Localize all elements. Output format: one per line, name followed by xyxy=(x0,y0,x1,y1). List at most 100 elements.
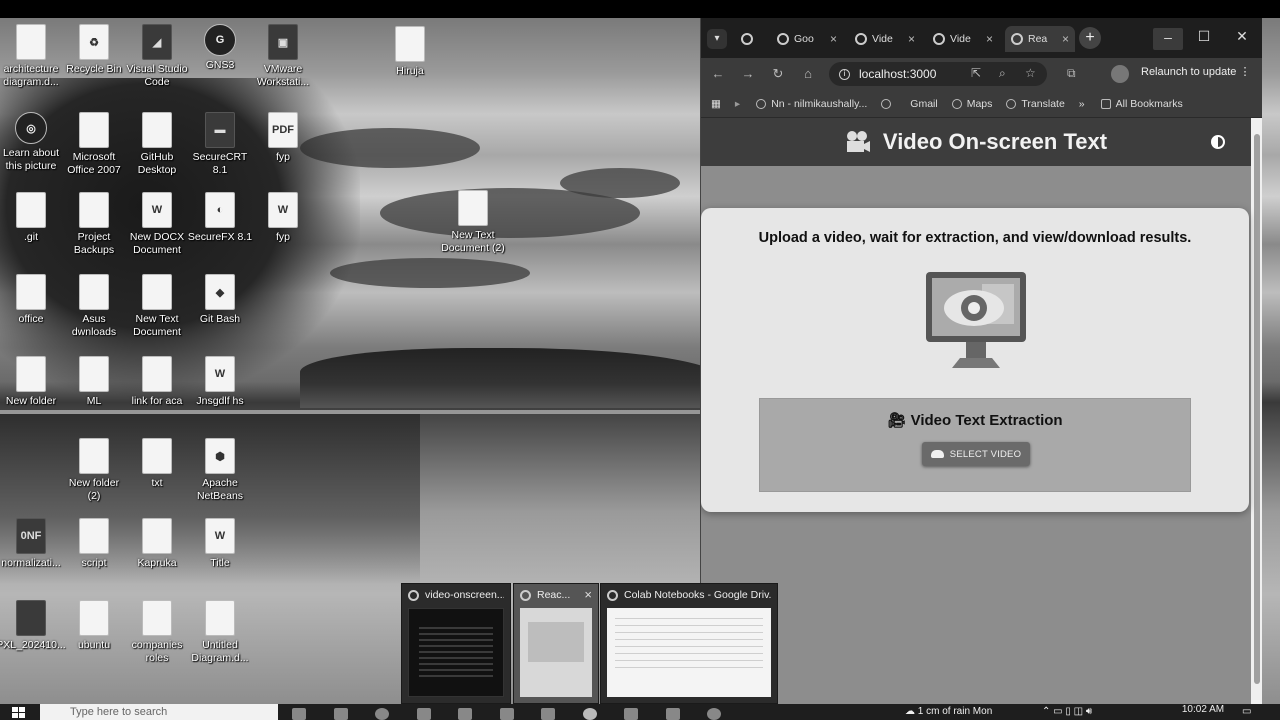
desktop-icon-gns3[interactable]: G GNS3 xyxy=(187,24,253,72)
desktop-icon-new-text-document[interactable]: New Text Document xyxy=(124,274,190,339)
desktop-icon-untitled-diagram[interactable]: Untitled Diagram.d... xyxy=(187,600,253,665)
tab-close-icon[interactable]: × xyxy=(1062,32,1069,46)
chrome-taskbar-icon[interactable] xyxy=(583,708,597,720)
home-icon[interactable]: ⌂ xyxy=(799,66,817,81)
taskbar-app-icon[interactable] xyxy=(334,708,348,720)
desktop-icon-pxl-photo[interactable]: PXL_202410... xyxy=(0,600,66,652)
desktop-icon-ubuntu[interactable]: ubuntu xyxy=(61,600,127,652)
desktop-icon-normalization[interactable]: 0NF normalizati... xyxy=(0,518,64,570)
desktop-icon-txt[interactable]: txt xyxy=(124,438,190,490)
tab-video-2[interactable]: Vide × xyxy=(927,26,999,52)
folder-icon xyxy=(79,112,109,148)
desktop-icon-securecrt[interactable]: ▬ SecureCRT 8.1 xyxy=(187,112,253,177)
taskbar-app-icon[interactable] xyxy=(500,708,514,720)
bookmark-item-translate[interactable]: Translate xyxy=(1006,98,1065,110)
desktop-icon-netbeans[interactable]: ⬢ Apache NetBeans xyxy=(187,438,253,503)
taskbar-app-icon[interactable] xyxy=(624,708,638,720)
theme-toggle-icon[interactable] xyxy=(1211,135,1225,149)
task-view-icon[interactable] xyxy=(292,708,306,720)
site-info-icon[interactable]: i xyxy=(839,68,850,80)
desktop-icon-title[interactable]: W Title xyxy=(187,518,253,570)
bookmark-item-maps[interactable]: Maps xyxy=(951,98,992,110)
tab-react-active[interactable]: Rea × xyxy=(1005,26,1075,52)
preview-react[interactable]: Reac... × xyxy=(513,583,599,704)
weather-widget[interactable]: ☁ 1 cm of rain Mon xyxy=(905,706,992,717)
new-tab-button[interactable]: + xyxy=(1079,27,1101,49)
bookmark-star-icon[interactable]: ☆ xyxy=(1025,66,1036,80)
reload-icon[interactable]: ↻ xyxy=(769,66,787,82)
desktop-icon-fyp-pdf[interactable]: PDF fyp xyxy=(250,112,316,164)
desktop-icon-vmware[interactable]: ▣ VMware Workstati... xyxy=(250,24,316,89)
desktop-icon-hiruja[interactable]: Hiruja xyxy=(377,26,443,78)
taskbar-edge-icon[interactable] xyxy=(375,708,389,720)
desktop-icon-asus-downloads[interactable]: Asus dwnloads xyxy=(61,274,127,339)
desktop-icon-new-text-document-2[interactable]: New Text Document (2) xyxy=(440,190,506,255)
store-icon[interactable] xyxy=(458,708,472,720)
github-taskbar-icon[interactable] xyxy=(707,708,721,720)
tab-search-button[interactable]: ▾ xyxy=(707,29,727,49)
all-bookmarks-button[interactable]: All Bookmarks xyxy=(1100,98,1183,110)
desktop-icon-script[interactable]: script xyxy=(61,518,127,570)
wallpaper-cloud xyxy=(330,258,530,288)
taskbar-search-input[interactable]: Type here to search xyxy=(40,704,278,720)
desktop-icon-ml[interactable]: ML xyxy=(61,356,127,408)
tab-video-1[interactable]: Vide × xyxy=(849,26,921,52)
profile-avatar[interactable] xyxy=(1111,65,1129,83)
desktop-icon-github-desktop[interactable]: GitHub Desktop xyxy=(124,112,190,177)
taskbar-clock[interactable]: 10:02 AM xyxy=(1178,704,1228,715)
apps-grid-icon[interactable]: ▦ xyxy=(711,98,721,110)
desktop-icon-git-bash[interactable]: ◆ Git Bash xyxy=(187,274,253,326)
preview-colab[interactable]: Colab Notebooks - Google Driv... xyxy=(600,583,778,704)
desktop-icon-office[interactable]: office xyxy=(0,274,64,326)
minimize-button[interactable]: – xyxy=(1153,28,1183,50)
desktop-icon-recycle-bin[interactable]: ♻ Recycle Bin xyxy=(61,24,127,76)
extensions-icon[interactable]: ⧉ xyxy=(1067,66,1076,81)
system-tray-icons[interactable]: ⌃ ▭ ▯ ◫ 🔊︎ xyxy=(1042,706,1092,717)
tab-close-icon[interactable]: × xyxy=(908,32,915,46)
zoom-icon[interactable]: ⌕ xyxy=(999,66,1006,81)
tab-close-icon[interactable]: × xyxy=(986,32,993,46)
desktop-icon-link-for-aca[interactable]: link for aca xyxy=(124,356,190,408)
desktop-icon-learn-about-picture[interactable]: ◎ Learn about this picture xyxy=(0,112,64,173)
tab-drive[interactable] xyxy=(735,26,765,52)
tab-close-icon[interactable]: × xyxy=(830,32,837,46)
select-video-button[interactable]: SELECT VIDEO xyxy=(922,442,1030,466)
scrollbar-thumb[interactable] xyxy=(1254,134,1260,684)
desktop-icon-project-backups[interactable]: Project Backups xyxy=(61,192,127,257)
menu-dots-icon[interactable]: ⋮ xyxy=(1239,66,1250,78)
file-explorer-icon[interactable] xyxy=(417,708,431,720)
notifications-icon[interactable]: ▭ xyxy=(1242,706,1251,717)
close-window-button[interactable]: ✕ xyxy=(1227,28,1257,45)
desktop-icon-securefx[interactable]: ◐ SecureFX 8.1 xyxy=(187,192,253,244)
desktop-icon-companies-roles[interactable]: companies roles xyxy=(124,600,190,665)
desktop-icon-new-folder-2[interactable]: New folder (2) xyxy=(61,438,127,503)
vscode-taskbar-icon[interactable] xyxy=(666,708,680,720)
desktop-icon-vscode[interactable]: ◢ Visual Studio Code xyxy=(124,24,190,89)
desktop-icon-fyp-docx[interactable]: Wfyp xyxy=(250,192,316,244)
back-arrow-icon[interactable]: ← xyxy=(709,66,727,81)
desktop-icon-ms-office[interactable]: Microsoft Office 2007 xyxy=(61,112,127,177)
desktop-icon-new-docx[interactable]: W New DOCX Document xyxy=(124,192,190,257)
install-app-icon[interactable]: ⇱ xyxy=(971,66,981,80)
desktop-icon-new-folder[interactable]: New folder xyxy=(0,356,64,408)
desktop-icon-label: fyp xyxy=(275,231,290,243)
bookmark-play-icon[interactable]: ▸ xyxy=(735,98,740,110)
preview-close-icon[interactable]: × xyxy=(584,587,592,602)
calculator-icon[interactable] xyxy=(541,708,555,720)
forward-arrow-icon[interactable]: → xyxy=(739,66,757,81)
desktop-icon-kapruka[interactable]: Kapruka xyxy=(124,518,190,570)
preview-video-onscreen[interactable]: video-onscreen... xyxy=(401,583,511,704)
page-scrollbar[interactable] xyxy=(1251,118,1262,704)
bookmark-item-gmail[interactable]: Gmail xyxy=(910,98,937,110)
bookmark-item-globe[interactable] xyxy=(881,98,896,109)
desktop-icon-architecture[interactable]: architecture diagram.d... xyxy=(0,24,64,89)
tab-google[interactable]: Goo × xyxy=(771,26,843,52)
desktop-icon-jnsgdlf[interactable]: W Jnsgdlf hs xyxy=(187,356,253,408)
address-bar[interactable]: i localhost:3000 xyxy=(829,62,1047,86)
bookmark-item-nn[interactable]: Nn - nilmikaushally... xyxy=(756,98,867,110)
relaunch-button[interactable]: Relaunch to update ⋮ xyxy=(1141,65,1250,78)
maximize-button[interactable]: ☐ xyxy=(1189,28,1219,45)
windows-start-icon[interactable] xyxy=(12,707,26,719)
desktop-icon-git[interactable]: .git xyxy=(0,192,64,244)
bookmarks-overflow-icon[interactable]: » xyxy=(1079,98,1085,110)
